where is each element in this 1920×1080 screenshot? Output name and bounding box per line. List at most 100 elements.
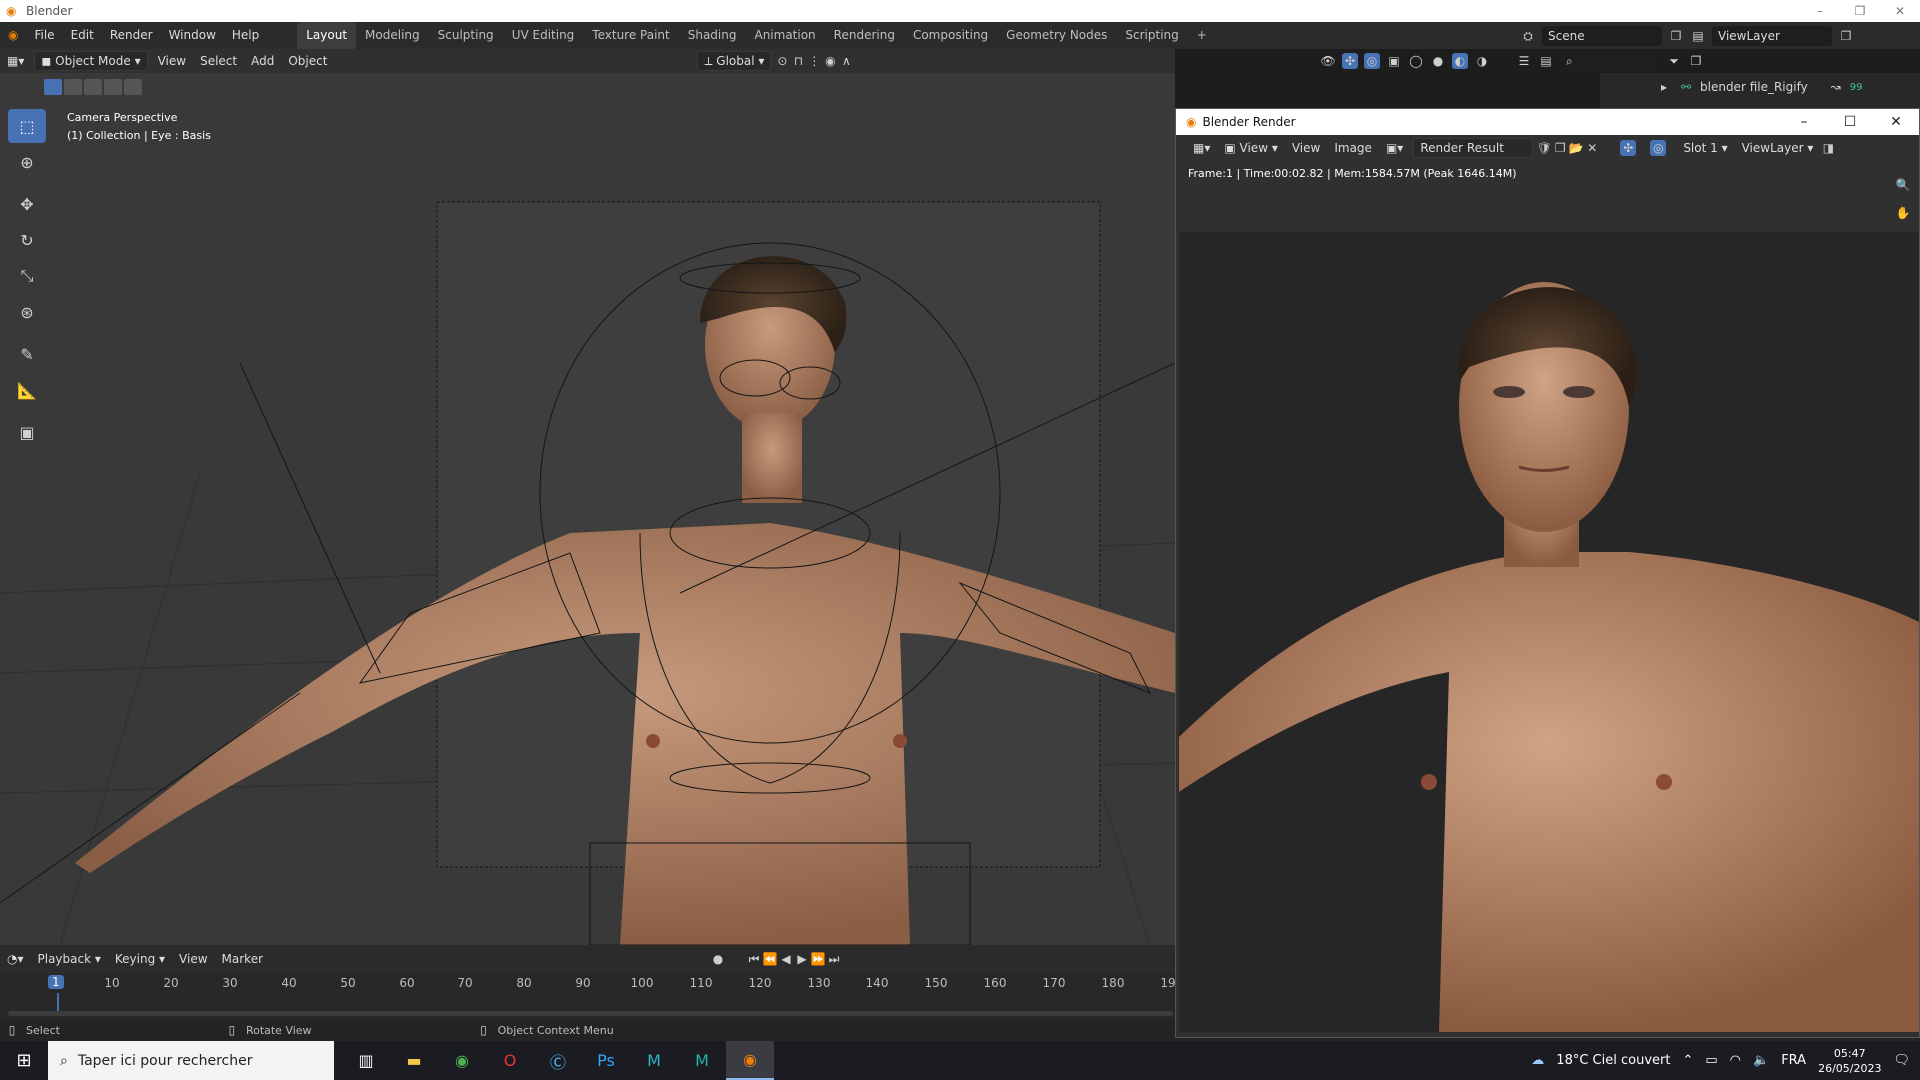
language-indicator[interactable]: FRA	[1781, 1053, 1806, 1068]
viewport-menu-add[interactable]: Add	[244, 51, 281, 71]
timeline-editor-icon[interactable]: ◔▾	[0, 949, 31, 969]
select-new-icon[interactable]	[44, 79, 62, 95]
menu-render[interactable]: Render	[102, 22, 161, 49]
record-icon[interactable]: ●	[710, 951, 726, 967]
task-view-icon[interactable]: ▥	[342, 1041, 390, 1080]
display-mode-icon[interactable]: ▤	[1538, 53, 1554, 69]
prev-keyframe-icon[interactable]: ⏪	[762, 951, 778, 967]
wireframe-shading-icon[interactable]: ◯	[1408, 53, 1424, 69]
image-view-mode-dropdown[interactable]: ▣ View ▾	[1217, 138, 1284, 158]
new-collection-icon[interactable]: ❐	[1688, 53, 1704, 69]
sidebar-toggle-icon[interactable]: ◨	[1820, 140, 1836, 156]
minimize-button[interactable]: –	[1800, 0, 1840, 22]
menu-help[interactable]: Help	[224, 22, 267, 49]
tab-modeling[interactable]: Modeling	[356, 22, 429, 49]
pivot-icon[interactable]: ⊙	[774, 53, 790, 69]
select-subtract-icon[interactable]	[84, 79, 102, 95]
select-box-icon[interactable]: ⬚	[8, 109, 46, 143]
annotate-icon[interactable]: ✎	[8, 337, 46, 371]
scene-icon[interactable]: ⛭	[1520, 28, 1536, 44]
play-reverse-icon[interactable]: ◀	[778, 951, 794, 967]
rendered-shading-icon[interactable]: ◑	[1474, 53, 1490, 69]
tab-sculpting[interactable]: Sculpting	[429, 22, 503, 49]
snap-target-icon[interactable]: ⋮	[806, 53, 822, 69]
cortana-icon[interactable]: Ⓒ	[534, 1041, 582, 1080]
jump-start-icon[interactable]: ⏮	[746, 951, 762, 967]
tab-geometry-nodes[interactable]: Geometry Nodes	[997, 22, 1116, 49]
transform-icon[interactable]: ⊛	[8, 295, 46, 329]
tab-scripting[interactable]: Scripting	[1116, 22, 1187, 49]
app-m2-icon[interactable]: M	[678, 1041, 726, 1080]
viewport-menu-object[interactable]: Object	[281, 51, 334, 71]
render-gizmo-icon[interactable]: ✣	[1620, 140, 1637, 156]
image-name-field[interactable]: Render Result	[1413, 138, 1534, 158]
cursor-icon[interactable]: ⊕	[8, 145, 46, 179]
maximize-button[interactable]: ❐	[1840, 0, 1880, 22]
mode-selector[interactable]: ◼ Object Mode ▾	[34, 51, 148, 71]
select-invert-icon[interactable]	[104, 79, 122, 95]
new-image-icon[interactable]: ❐	[1552, 140, 1568, 156]
filter-icon[interactable]: ⏷	[1666, 53, 1682, 69]
viewport-menu-select[interactable]: Select	[193, 51, 244, 71]
tab-layout[interactable]: Layout	[297, 22, 357, 49]
show-hidden-icons-icon[interactable]: ⌃	[1682, 1053, 1693, 1068]
xray-icon[interactable]: ▣	[1386, 53, 1402, 69]
material-shading-icon[interactable]: ◐	[1452, 53, 1468, 69]
open-image-icon[interactable]: 📂	[1568, 140, 1584, 156]
image-menu-view[interactable]: View	[1285, 138, 1327, 158]
overlay-icon[interactable]: ◎	[1364, 53, 1380, 69]
blender-menu-icon[interactable]: ◉	[0, 22, 26, 49]
render-minimize-button[interactable]: –	[1781, 109, 1827, 135]
timeline-view-menu[interactable]: View	[172, 949, 214, 969]
menu-file[interactable]: File	[26, 22, 62, 49]
keying-menu[interactable]: Keying ▾	[108, 949, 172, 969]
zoom-icon[interactable]: 🔍	[1895, 177, 1911, 193]
add-cube-icon[interactable]: ▣	[8, 415, 46, 449]
weather-text[interactable]: 18°C Ciel couvert	[1556, 1053, 1670, 1068]
viewport-menu-view[interactable]: View	[151, 51, 193, 71]
gizmo-icon[interactable]: ✣	[1342, 53, 1358, 69]
falloff-icon[interactable]: ∧	[838, 53, 854, 69]
add-workspace-button[interactable]: +	[1188, 22, 1216, 49]
transform-orientation-dropdown[interactable]: ⟂ Global ▾	[697, 51, 772, 71]
pan-hand-icon[interactable]: ✋	[1895, 205, 1911, 221]
opera-icon[interactable]: O	[486, 1041, 534, 1080]
render-maximize-button[interactable]: ☐	[1827, 109, 1873, 135]
outliner-row[interactable]: ▸ ⚯ blender file_Rigify ↝ 99	[1656, 79, 1862, 95]
volume-icon[interactable]: 🔈	[1753, 1053, 1769, 1068]
jump-end-icon[interactable]: ⏭	[826, 951, 842, 967]
view-layer-icon[interactable]: ▤	[1690, 28, 1706, 44]
tab-animation[interactable]: Animation	[745, 22, 824, 49]
fake-user-icon[interactable]: 🛡	[1536, 140, 1552, 156]
scene-field[interactable]: Scene	[1542, 25, 1662, 46]
render-overlay-icon[interactable]: ◎	[1650, 140, 1667, 156]
image-menu-image[interactable]: Image	[1327, 138, 1379, 158]
image-browse-icon[interactable]: ▣▾	[1379, 138, 1410, 158]
proportional-edit-icon[interactable]: ◉	[822, 53, 838, 69]
editor-type-icon[interactable]: ▦▾	[0, 51, 31, 71]
photoshop-icon[interactable]: Ps	[582, 1041, 630, 1080]
menu-edit[interactable]: Edit	[63, 22, 102, 49]
notifications-icon[interactable]: 🗨	[1893, 1053, 1910, 1068]
tab-shading[interactable]: Shading	[679, 22, 746, 49]
playback-menu[interactable]: Playback ▾	[31, 949, 108, 969]
render-close-button[interactable]: ✕	[1873, 109, 1919, 135]
measure-icon[interactable]: 📐	[8, 373, 46, 407]
render-view-layer-dropdown[interactable]: ViewLayer ▾	[1735, 138, 1821, 158]
3d-viewport[interactable]: Camera Perspective (1) Collection | Eye …	[0, 73, 1175, 945]
snap-icon[interactable]: ⊓	[790, 53, 806, 69]
new-scene-icon[interactable]: ❐	[1668, 28, 1684, 44]
move-icon[interactable]: ✥	[8, 187, 46, 221]
marker-menu[interactable]: Marker	[215, 949, 270, 969]
current-frame-indicator[interactable]: 1	[48, 975, 64, 989]
tab-uv-editing[interactable]: UV Editing	[503, 22, 584, 49]
outliner-search-input[interactable]: ⌕	[1560, 51, 1660, 71]
select-intersect-icon[interactable]	[124, 79, 142, 95]
weather-icon[interactable]: ☁	[1531, 1053, 1544, 1068]
slot-dropdown[interactable]: Slot 1 ▾	[1676, 138, 1734, 158]
taskbar-search[interactable]: ⌕ Taper ici pour rechercher	[48, 1041, 334, 1080]
wifi-icon[interactable]: ◠	[1730, 1053, 1741, 1068]
solid-shading-icon[interactable]: ●	[1430, 53, 1446, 69]
tab-rendering[interactable]: Rendering	[825, 22, 904, 49]
play-icon[interactable]: ▶	[794, 951, 810, 967]
